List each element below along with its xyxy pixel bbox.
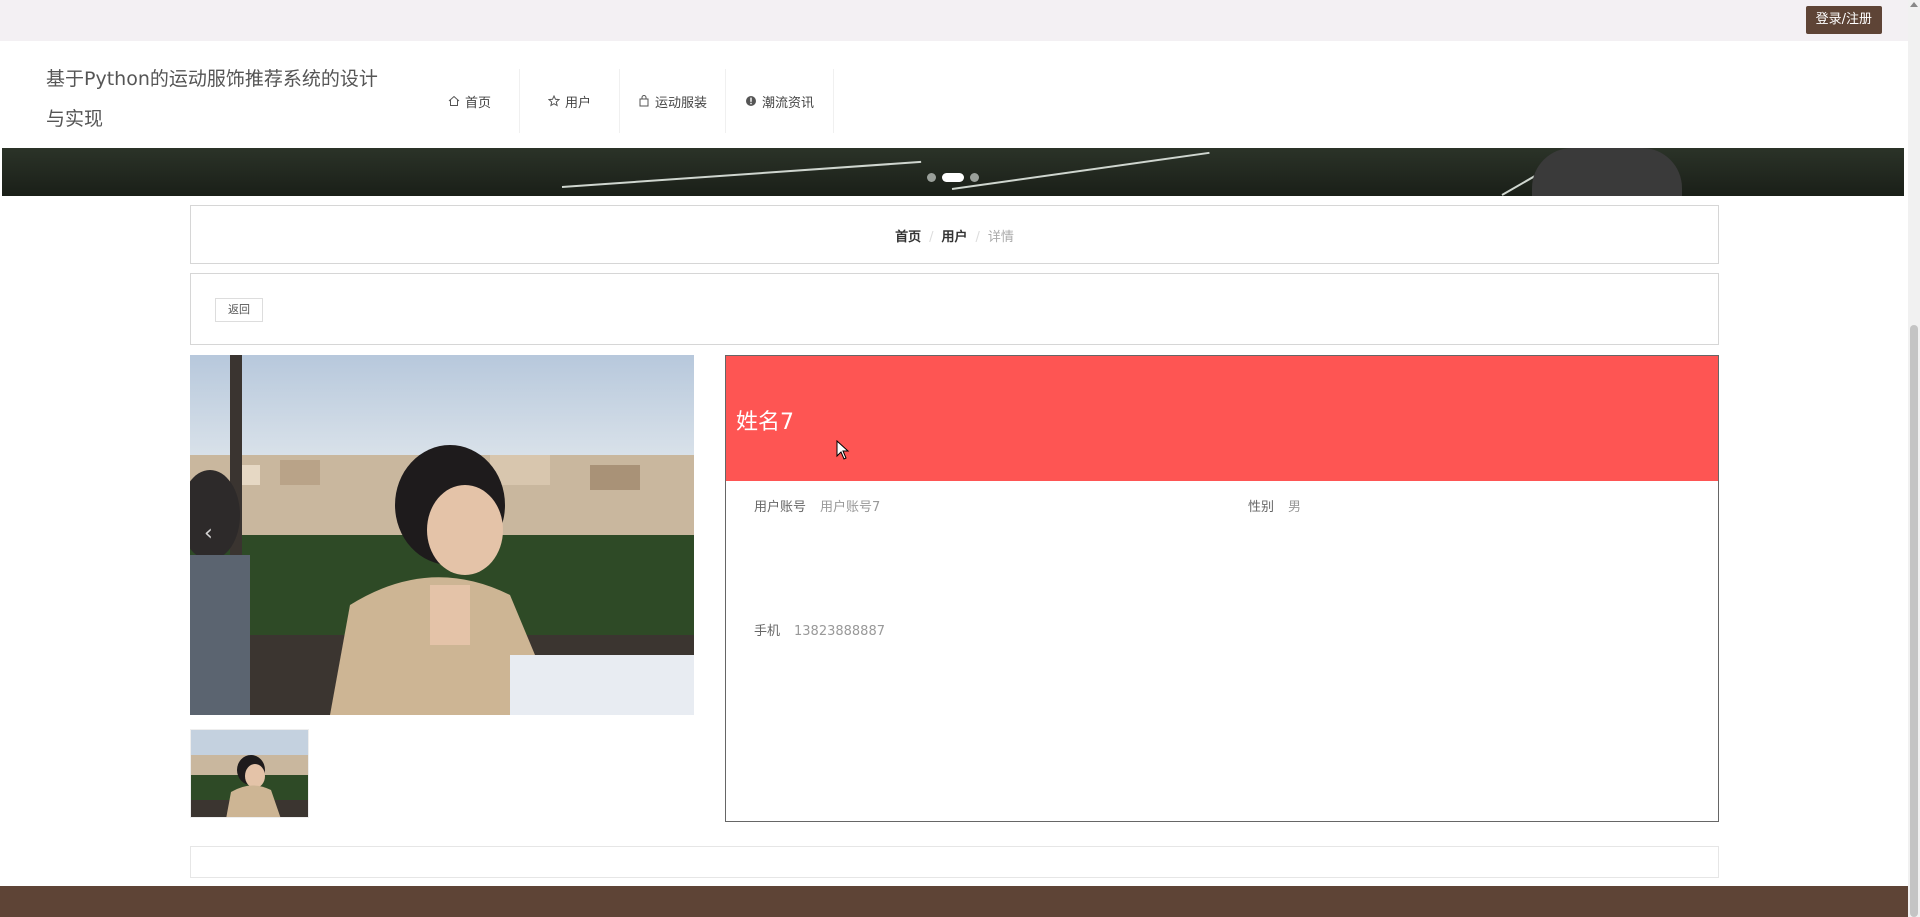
detail-header: 姓名7: [726, 356, 1718, 481]
carousel-dot[interactable]: [970, 173, 979, 182]
nav-item-sportswear[interactable]: 运动服装: [620, 69, 726, 133]
site-header: 基于Python的运动服饰推荐系统的设计与实现 首页 用户 运动服装 潮流资讯: [0, 41, 1910, 148]
info-icon: [745, 96, 756, 106]
nav-label: 用户: [564, 95, 591, 111]
content-footer-strip: [190, 846, 1719, 878]
field-label: 用户账号: [754, 500, 807, 515]
carousel-dots: [927, 173, 979, 182]
star-icon: [547, 95, 560, 107]
breadcrumb: 首页 / 用户 / 详情: [190, 205, 1719, 264]
nav-label: 首页: [464, 95, 491, 111]
field-label: 手机: [754, 624, 781, 639]
home-icon: [448, 95, 460, 106]
breadcrumb-home[interactable]: 首页: [895, 230, 921, 245]
banner-figure: [1532, 148, 1682, 196]
photo-illustration: [190, 355, 694, 715]
page-scrollbar[interactable]: [1908, 0, 1920, 917]
carousel-dot-active[interactable]: [942, 173, 964, 182]
main-photo: ‹: [190, 355, 694, 715]
breadcrumb-user[interactable]: 用户: [941, 230, 967, 245]
banner-line: [561, 160, 922, 188]
scroll-up-icon[interactable]: [1910, 2, 1918, 7]
mouse-cursor-icon: [836, 440, 850, 460]
scrollbar-thumb[interactable]: [1910, 325, 1918, 917]
breadcrumb-trail: 首页 / 用户 / 详情: [191, 226, 1718, 245]
thumbnail-illustration: [191, 730, 308, 817]
nav-label: 潮流资讯: [761, 95, 814, 111]
breadcrumb-separator: /: [975, 230, 980, 245]
site-title: 基于Python的运动服饰推荐系统的设计与实现: [46, 68, 378, 130]
top-bar: 登录/注册: [0, 0, 1920, 41]
nav-item-user[interactable]: 用户: [520, 69, 620, 133]
field-account: 用户账号 用户账号7: [754, 496, 880, 515]
main-nav: 首页 用户 运动服装 潮流资讯: [420, 69, 834, 133]
login-register-button[interactable]: 登录/注册: [1805, 6, 1882, 34]
nav-item-news[interactable]: 潮流资讯: [726, 69, 834, 133]
breadcrumb-current: 详情: [987, 230, 1014, 245]
field-label: 性别: [1248, 500, 1275, 515]
field-phone: 手机 13823888887: [754, 620, 885, 639]
hero-carousel: [2, 148, 1904, 196]
banner-line: [951, 151, 1210, 190]
chevron-left-icon[interactable]: ‹: [204, 521, 213, 546]
field-gender: 性别男: [1248, 496, 1301, 515]
breadcrumb-separator: /: [929, 230, 934, 245]
field-value: 男: [1288, 500, 1302, 515]
carousel-dot[interactable]: [927, 173, 936, 182]
action-bar: 返回: [190, 273, 1719, 345]
user-detail-panel: 姓名7 用户账号 用户账号7 性别男 手机 13823888887: [725, 355, 1719, 822]
photo-thumbnail[interactable]: [190, 729, 309, 818]
field-value: 用户账号7: [820, 500, 881, 515]
nav-label: 运动服装: [654, 95, 707, 111]
bag-icon: [639, 95, 649, 107]
field-value: 13823888887: [794, 624, 885, 639]
back-button[interactable]: 返回: [215, 298, 263, 322]
site-footer: [0, 886, 1920, 917]
nav-item-home[interactable]: 首页: [420, 69, 520, 133]
user-name: 姓名7: [736, 410, 794, 435]
